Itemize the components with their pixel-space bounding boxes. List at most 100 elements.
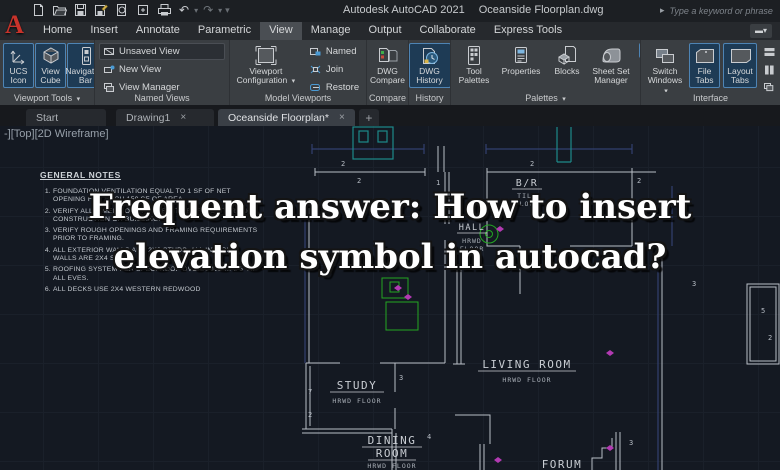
view-list-value: Unsaved View [119, 46, 180, 57]
named-viewports-icon [309, 48, 321, 56]
new-drawing-tab-button[interactable]: + [358, 109, 379, 126]
file-tab-oceanside-floorplan[interactable]: Oceanside Floorplan* × [218, 109, 355, 126]
room-label-dining: DINING [368, 434, 417, 447]
tab-label: Start [36, 111, 59, 124]
tile-horizontally-icon [764, 47, 775, 56]
dwg-compare-icon [377, 45, 399, 67]
ribbon-tab-express-tools[interactable]: Express Tools [485, 22, 571, 40]
svg-text:3: 3 [399, 374, 403, 382]
undo-dropdown-icon[interactable]: ▾ [194, 6, 198, 15]
close-icon[interactable]: × [339, 112, 345, 123]
btn-label: Blocks [554, 66, 580, 76]
open-from-web-icon[interactable] [115, 3, 129, 17]
view-list-dropdown[interactable]: Unsaved View [99, 43, 225, 60]
ucs-icon-toggle-button[interactable]: UCS Icon [3, 43, 34, 88]
ribbon-tab-collaborate[interactable]: Collaborate [411, 22, 485, 40]
ribbon-tab-insert[interactable]: Insert [81, 22, 127, 40]
plot-icon[interactable] [157, 3, 172, 17]
file-tab-drawing1[interactable]: Drawing1 × [116, 109, 214, 126]
redo-icon[interactable]: ↷ [203, 3, 213, 17]
qat-customize-icon[interactable]: ▾ [225, 5, 230, 16]
svg-text:3: 3 [629, 439, 633, 447]
dwg-compare-button[interactable]: DWG Compare [367, 43, 408, 88]
autocad-app-button[interactable]: A [2, 8, 27, 41]
ribbon-display-toggle[interactable]: ▬▾ [750, 24, 772, 38]
tile-horizontally-button[interactable]: Tile Horizontally [760, 43, 778, 60]
ribbon-tab-annotate[interactable]: Annotate [127, 22, 189, 40]
panel-history: DWG History History [409, 40, 451, 105]
sheet-set-manager-icon [600, 45, 622, 67]
cascade-button[interactable]: Cascade [760, 79, 778, 92]
file-tab-start[interactable]: Start [26, 109, 106, 126]
properties-button[interactable]: Properties [496, 43, 546, 78]
svg-text:ROOM: ROOM [376, 447, 409, 460]
svg-text:4: 4 [427, 433, 431, 441]
viewport-configuration-button[interactable]: Viewport Configuration ▾ [233, 43, 299, 88]
panel-interface: Switch Windows ▾ File Tabs Layout Tabs I… [641, 40, 780, 105]
design-center-palette-icon[interactable] [639, 59, 640, 74]
new-view-icon [104, 65, 115, 73]
room-label-forum: FORUM [542, 458, 583, 470]
layout-tabs-toggle-button[interactable]: Layout Tabs [723, 43, 757, 88]
new-view-button[interactable]: New View [99, 61, 225, 78]
panel-label-history[interactable]: History [409, 92, 450, 105]
close-icon[interactable]: × [180, 112, 186, 123]
ribbon-tab-output[interactable]: Output [360, 22, 411, 40]
drawing-canvas[interactable]: -][Top][2D Wireframe] GENERAL NOTES FOUN… [0, 126, 780, 470]
blocks-button[interactable]: Blocks [549, 43, 585, 78]
save-as-icon[interactable] [94, 3, 108, 17]
ribbon-tab-parametric[interactable]: Parametric [189, 22, 260, 40]
svg-text:2: 2 [530, 160, 534, 168]
btn-label: Tabs [695, 75, 714, 86]
svg-text:2: 2 [341, 160, 345, 168]
view-manager-button[interactable]: View Manager [99, 79, 225, 92]
command-line-palette-icon[interactable] [639, 43, 640, 58]
btn-label: Compare [370, 75, 405, 86]
switch-windows-button[interactable]: Switch Windows ▾ [644, 43, 686, 92]
help-search-box[interactable]: ▸ Type a keyword or phrase [660, 3, 778, 18]
dwg-history-button[interactable]: DWG History [409, 43, 450, 88]
file-tabs-toggle-button[interactable]: File Tabs [689, 43, 720, 88]
ribbon-tab-home[interactable]: Home [34, 22, 81, 40]
cascade-icon [764, 82, 774, 91]
panel-viewport-tools: UCS Icon View Cube Navigation Bar Viewpo… [0, 40, 95, 105]
save-icon[interactable] [74, 3, 87, 17]
sheet-set-manager-button[interactable]: Sheet Set Manager [588, 43, 634, 88]
panel-label-model-viewports[interactable]: Model Viewports [230, 92, 366, 105]
svg-text:2: 2 [308, 411, 312, 419]
panel-label-palettes[interactable]: Palettes ▾ [451, 92, 640, 105]
svg-text:HRWD FLOOR: HRWD FLOOR [367, 462, 416, 470]
save-to-web-icon[interactable] [136, 3, 150, 17]
join-viewports-button[interactable]: Join [305, 61, 363, 78]
view-cube-toggle-button[interactable]: View Cube [35, 43, 66, 88]
panel-label-viewport-tools[interactable]: Viewport Tools ▾ [0, 92, 94, 105]
panel-compare: DWG Compare Compare [367, 40, 409, 105]
panel-label-named-views[interactable]: Named Views [95, 92, 229, 105]
calculator-palette-icon[interactable] [639, 75, 640, 90]
search-arrow-icon: ▸ [660, 5, 665, 15]
btn-label: New View [119, 64, 162, 75]
panel-label-interface[interactable]: Interface [641, 92, 780, 105]
svg-text:HRWD FLOOR: HRWD FLOOR [332, 397, 381, 405]
undo-icon[interactable]: ↶ [179, 3, 189, 17]
navigation-bar-icon [79, 45, 93, 67]
navigation-bar-toggle-button[interactable]: Navigation Bar [65, 43, 94, 88]
tile-vertically-icon [765, 65, 774, 74]
restore-viewports-button[interactable]: Restore [305, 79, 363, 92]
open-file-icon[interactable] [52, 3, 67, 17]
btn-label: Bar [78, 75, 93, 86]
floorplan-drawing: 2 2 1 2 2 3 7 2 3 4 3 5 2 B/R TILE FLOOR [302, 126, 780, 470]
ribbon-tab-view[interactable]: View [260, 22, 302, 40]
named-viewports-button[interactable]: Named [305, 43, 363, 60]
panel-label-compare[interactable]: Compare [367, 92, 408, 105]
window-title: Autodesk AutoCAD 2021 Oceanside Floorpla… [343, 4, 603, 16]
redo-dropdown-icon[interactable]: ▾ [218, 6, 222, 15]
ucs-axes-icon [9, 45, 29, 67]
btn-label: Join [325, 64, 344, 75]
restore-viewports-icon [309, 84, 320, 91]
btn-label: Icon [10, 75, 27, 86]
new-file-icon[interactable] [32, 3, 45, 17]
tool-palettes-button[interactable]: Tool Palettes [455, 43, 493, 88]
tile-vertically-button[interactable]: Tile Vertically [760, 61, 778, 78]
ribbon-tab-manage[interactable]: Manage [302, 22, 360, 40]
